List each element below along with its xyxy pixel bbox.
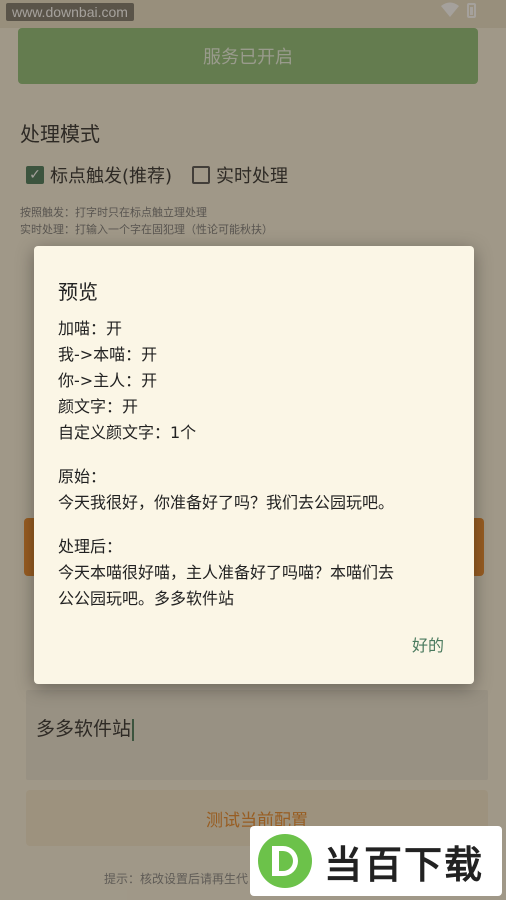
setting-add-meow: 加喵：开 [58, 319, 123, 338]
original-label: 原始： [58, 467, 107, 486]
ok-button[interactable]: 好的 [412, 632, 444, 656]
original-text: 今天我很好，你准备好了吗？我们去公园玩吧。 [58, 493, 395, 512]
processed-label: 处理后： [58, 537, 123, 556]
processed-text-line1: 今天本喵很好喵，主人准备好了吗喵？本喵们去 [58, 563, 395, 582]
d-logo-icon [258, 834, 312, 888]
setting-you-name: 你->主人：开 [58, 371, 158, 390]
preview-dialog: 预览 加喵：开 我->本喵：开 你->主人：开 颜文字：开 自定义颜文字：1个 … [34, 246, 474, 684]
watermark-logo: 当百下载 [250, 826, 502, 896]
setting-self-name: 我->本喵：开 [58, 345, 158, 364]
dialog-title: 预览 [58, 280, 98, 304]
processed-text-line2: 公公园玩吧。多多软件站 [58, 589, 235, 608]
setting-kaomoji: 颜文字：开 [58, 397, 139, 416]
setting-custom-kaomoji: 自定义颜文字：1个 [58, 423, 197, 442]
watermark-logo-text: 当百下载 [324, 842, 485, 887]
dialog-body: 加喵：开 我->本喵：开 你->主人：开 颜文字：开 自定义颜文字：1个 原始：… [58, 316, 458, 612]
